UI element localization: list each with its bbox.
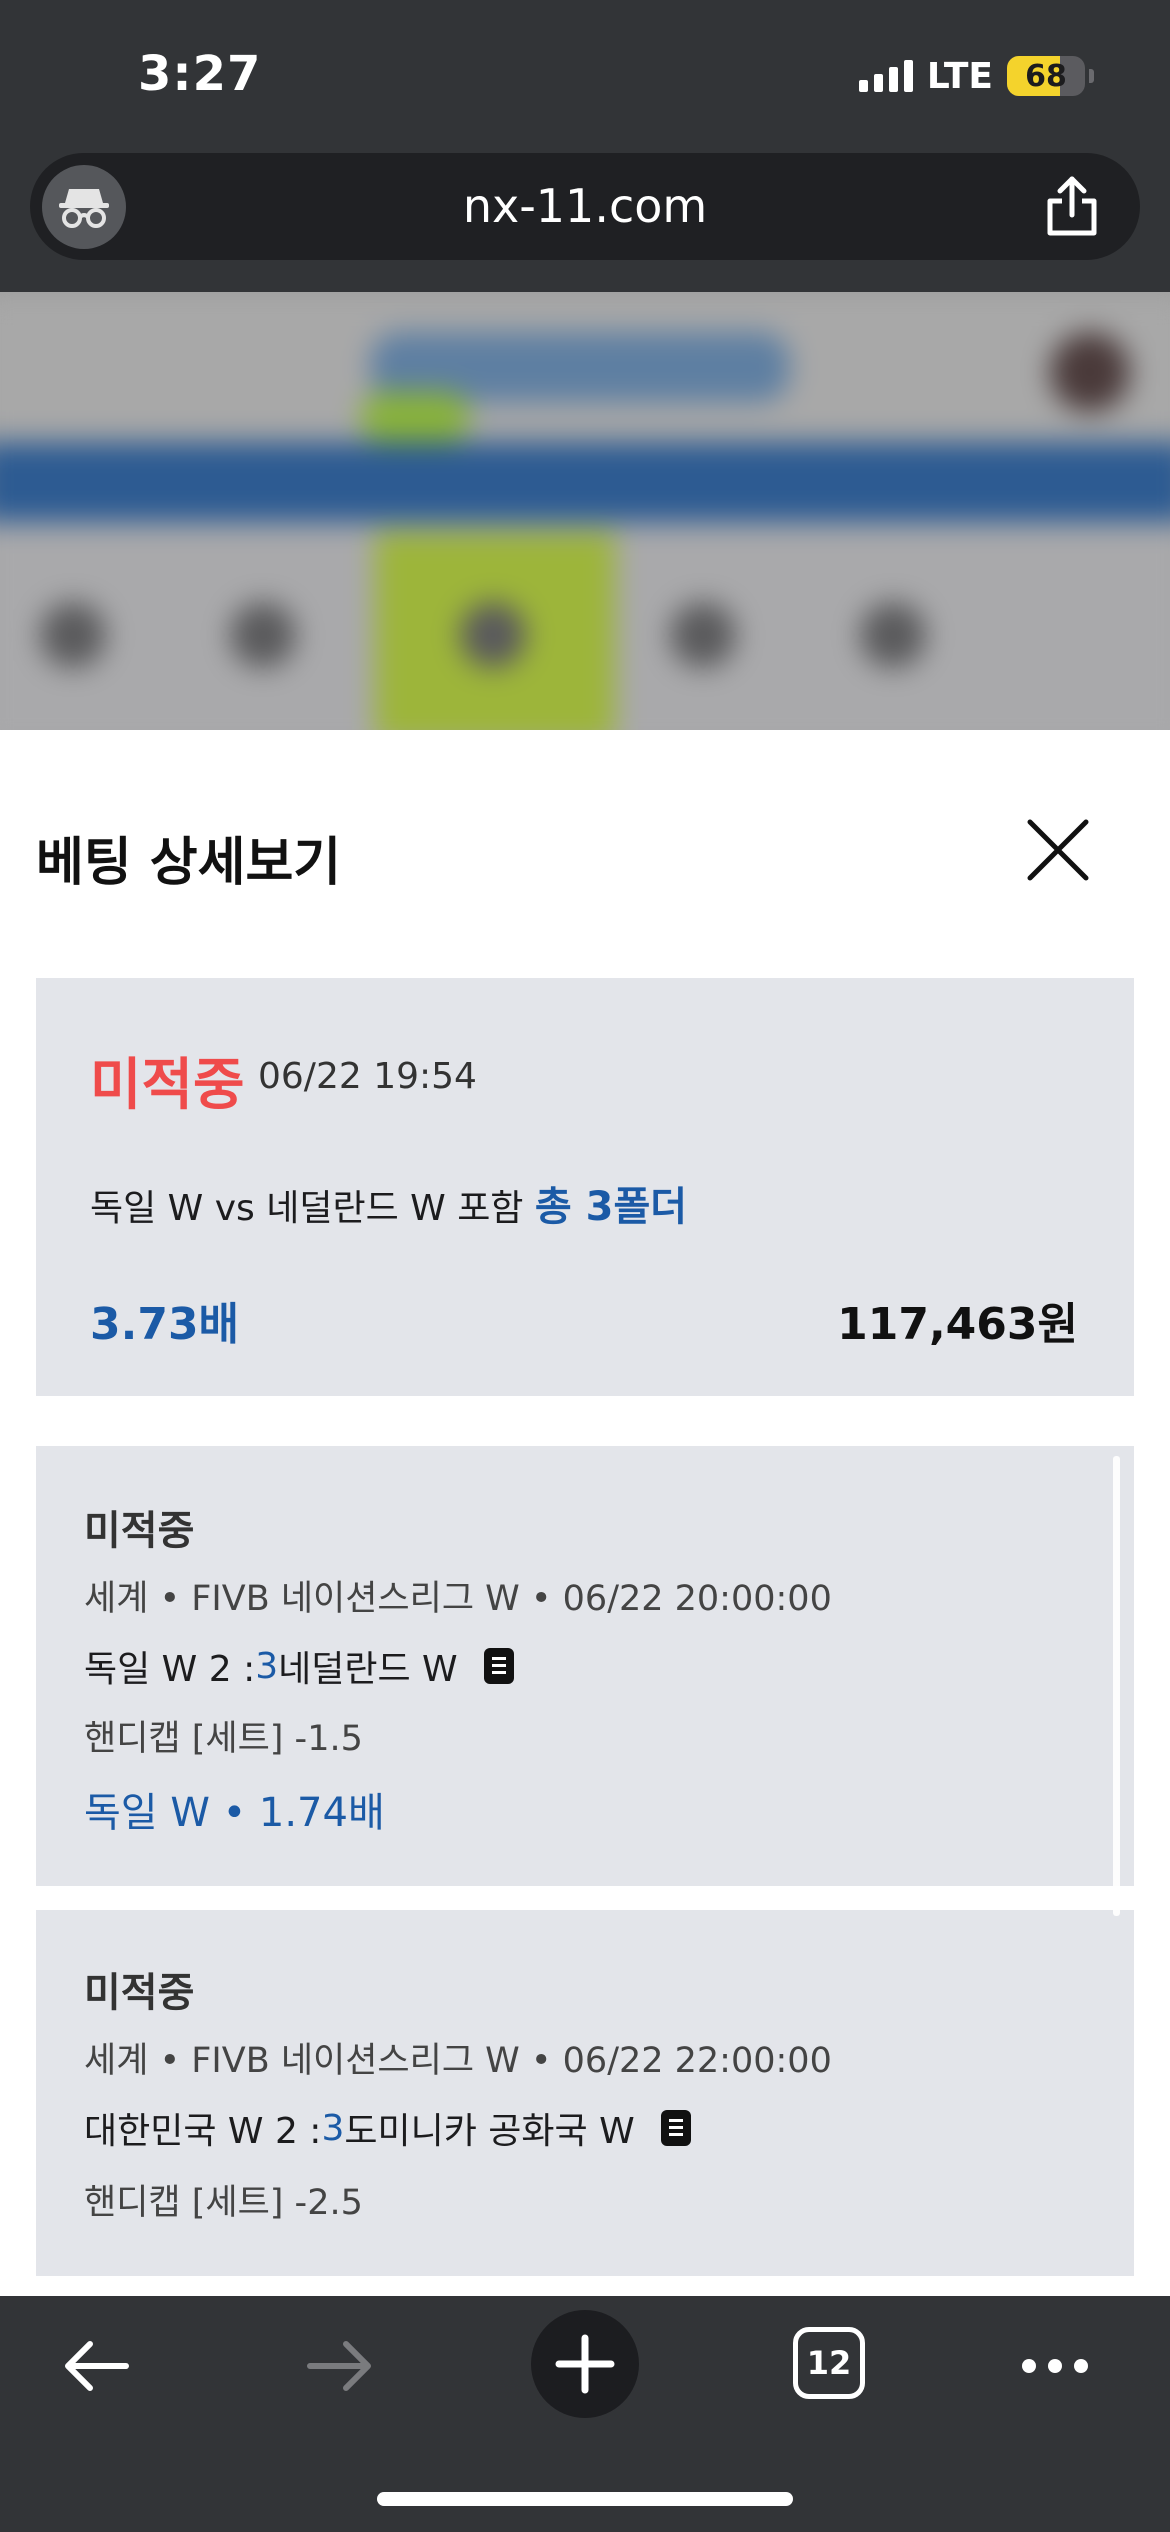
battery-cap — [1089, 69, 1094, 83]
bet-handicap: 핸디캡 [세트] -1.5 — [84, 1719, 363, 1759]
signal-icon — [858, 60, 913, 92]
summary-description: 독일 W vs 네덜란드 W 포함 총 3폴더 — [90, 1174, 687, 1232]
bet-status: 미적중 — [84, 1970, 195, 2016]
bet-handicap: 핸디캡 [세트] -2.5 — [84, 2183, 363, 2223]
network-label: LTE — [926, 55, 993, 97]
away-score: 3 — [321, 2107, 345, 2149]
home-indicator — [377, 2492, 793, 2506]
forward-button[interactable] — [292, 2296, 388, 2436]
summary-status: 미적중 — [90, 1053, 245, 1118]
battery-icon: 68 — [1007, 56, 1085, 96]
browser-top-bar: 3:27 LTE 68 nx-11.com — [0, 0, 1170, 292]
back-button[interactable] — [48, 2296, 144, 2436]
tab-count: 12 — [806, 2344, 852, 2382]
bet-pick: 독일 W • 1.74배 — [84, 1790, 385, 1836]
document-icon[interactable] — [660, 2110, 691, 2146]
scrollbar[interactable] — [1113, 1456, 1120, 1916]
summary-match: 독일 W vs 네덜란드 W 포함 — [90, 1188, 524, 1229]
share-button[interactable] — [1042, 175, 1102, 239]
summary-datetime: 06/22 19:54 — [258, 1056, 477, 1097]
more-icon — [1022, 2359, 1088, 2373]
bet-league: 세계 • FIVB 네이션스리그 W • 06/22 20:00:00 — [84, 1579, 832, 1619]
blurred-page-backdrop — [0, 292, 1170, 730]
bet-detail-sheet: 베팅 상세보기 미적중 06/22 19:54 독일 W vs 네덜란드 W 포… — [0, 730, 1170, 2296]
bet-item: 미적중 세계 • FIVB 네이션스리그 W • 06/22 20:00:00 … — [36, 1446, 1134, 1886]
tabs-button[interactable]: 12 — [793, 2327, 865, 2399]
blurred-content — [0, 292, 1170, 730]
new-tab-button[interactable] — [531, 2310, 639, 2418]
status-time: 3:27 — [138, 46, 262, 102]
close-button[interactable] — [1010, 802, 1106, 898]
bet-summary-card: 미적중 06/22 19:54 독일 W vs 네덜란드 W 포함 총 3폴더 … — [36, 978, 1134, 1396]
plus-icon — [555, 2334, 615, 2394]
away-team: 네덜란드 W — [278, 1649, 458, 1690]
bet-teams: 독일 W 2 : 3 네덜란드 W — [84, 1640, 514, 1692]
back-arrow-icon — [65, 2341, 129, 2391]
summary-odds: 3.73배 — [90, 1299, 240, 1350]
share-icon — [1047, 176, 1097, 236]
more-button[interactable] — [1010, 2296, 1100, 2436]
bet-league: 세계 • FIVB 네이션스리그 W • 06/22 22:00:00 — [84, 2041, 832, 2081]
home-team-score: 독일 W 2 : — [84, 1649, 256, 1690]
summary-amount: 117,463원 — [837, 1299, 1078, 1350]
bet-status: 미적중 — [84, 1508, 195, 1554]
close-icon — [1027, 819, 1089, 881]
status-icons: LTE 68 — [858, 54, 1094, 98]
forward-arrow-icon — [307, 2341, 371, 2391]
away-team: 도미니카 공화국 W — [344, 2111, 635, 2152]
url-text[interactable]: nx-11.com — [30, 179, 1140, 233]
home-team-score: 대한민국 W 2 : — [84, 2111, 322, 2152]
url-bar[interactable]: nx-11.com — [30, 153, 1140, 260]
document-icon[interactable] — [483, 1648, 514, 1684]
notification-icon — [1050, 332, 1130, 412]
bet-teams: 대한민국 W 2 : 3 도미니카 공화국 W — [84, 2102, 691, 2154]
bet-item: 미적중 세계 • FIVB 네이션스리그 W • 06/22 22:00:00 … — [36, 1910, 1134, 2276]
away-score: 3 — [255, 1645, 279, 1687]
battery-level: 68 — [1025, 58, 1067, 94]
sheet-title: 베팅 상세보기 — [36, 833, 342, 893]
folder-count: 총 3폴더 — [534, 1184, 688, 1230]
